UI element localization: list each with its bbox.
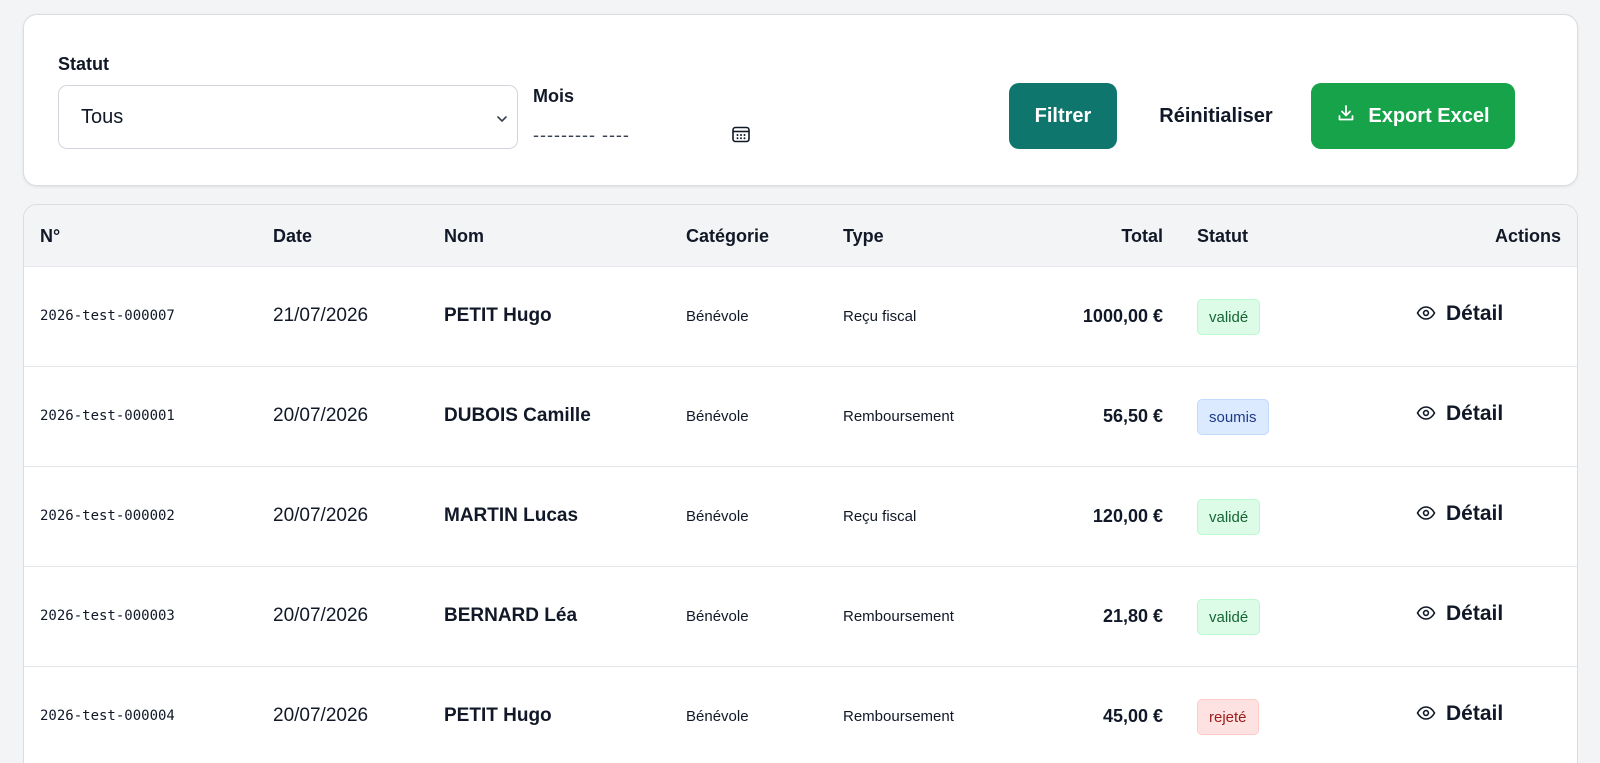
eye-icon <box>1416 402 1436 426</box>
cell-type: Remboursement <box>843 608 954 625</box>
eye-icon <box>1416 602 1436 626</box>
cell-nom: PETIT Hugo <box>444 705 552 726</box>
cell-total: 56,50 € <box>1102 406 1163 426</box>
header-statut: Statut <box>1197 226 1248 246</box>
statut-select-value: Tous <box>81 105 124 128</box>
cell-date: 20/07/2026 <box>273 405 369 426</box>
cell-nom: DUBOIS Camille <box>444 405 591 426</box>
header-categorie: Catégorie <box>686 226 770 246</box>
header-actions: Actions <box>1494 226 1561 246</box>
chevron-down-icon <box>495 109 509 132</box>
status-badge: rejeté <box>1197 699 1259 735</box>
detail-button[interactable]: Détail <box>1416 602 1503 626</box>
table-row: 2026-test-000001 20/07/2026 DUBOIS Camil… <box>24 367 1577 467</box>
eye-icon <box>1416 302 1436 326</box>
table-row: 2026-test-000007 21/07/2026 PETIT Hugo B… <box>24 267 1577 367</box>
filter-panel: Statut Tous Mois --------- ---- Filtrer … <box>23 14 1578 186</box>
status-badge: validé <box>1197 299 1261 335</box>
cell-num: 2026-test-000004 <box>40 708 175 724</box>
cell-date: 21/07/2026 <box>273 305 369 326</box>
status-badge: validé <box>1197 599 1261 635</box>
cell-categorie: Bénévole <box>686 408 749 425</box>
cell-nom: MARTIN Lucas <box>444 505 579 526</box>
cell-total: 1000,00 € <box>1082 306 1163 326</box>
header-date: Date <box>273 226 313 246</box>
cell-date: 20/07/2026 <box>273 505 369 526</box>
mois-input[interactable]: --------- ---- <box>533 119 751 151</box>
eye-icon <box>1416 502 1436 526</box>
detail-label: Détail <box>1446 302 1504 325</box>
status-badge: soumis <box>1197 399 1269 435</box>
detail-button[interactable]: Détail <box>1416 302 1503 326</box>
mois-input-placeholder: --------- ---- <box>533 124 630 145</box>
detail-label: Détail <box>1446 602 1504 625</box>
cell-type: Reçu fiscal <box>843 308 917 325</box>
cell-nom: BERNARD Léa <box>444 605 578 626</box>
cell-categorie: Bénévole <box>686 708 749 725</box>
cell-nom: PETIT Hugo <box>444 305 552 326</box>
table-row: 2026-test-000004 20/07/2026 PETIT Hugo B… <box>24 667 1577 763</box>
cell-total: 21,80 € <box>1102 606 1163 626</box>
table-row: 2026-test-000003 20/07/2026 BERNARD Léa … <box>24 567 1577 667</box>
eye-icon <box>1416 702 1436 726</box>
cell-num: 2026-test-000002 <box>40 508 175 524</box>
detail-button[interactable]: Détail <box>1416 702 1503 726</box>
status-badge: validé <box>1197 499 1261 535</box>
download-icon <box>1336 103 1356 129</box>
cell-categorie: Bénévole <box>686 308 749 325</box>
header-nom: Nom <box>444 226 484 246</box>
export-excel-button[interactable]: Export Excel <box>1311 83 1515 149</box>
statut-label: Statut <box>58 54 109 74</box>
export-excel-label: Export Excel <box>1368 104 1490 127</box>
detail-label: Détail <box>1446 502 1504 525</box>
cell-num: 2026-test-000001 <box>40 408 175 424</box>
cell-type: Remboursement <box>843 408 954 425</box>
header-total: Total <box>1121 226 1163 246</box>
cell-num: 2026-test-000003 <box>40 608 175 624</box>
detail-label: Détail <box>1446 402 1504 425</box>
table-header: N° Date Nom Catégorie Type Total Statut … <box>24 205 1577 267</box>
cell-total: 120,00 € <box>1092 506 1163 526</box>
cell-type: Remboursement <box>843 708 954 725</box>
header-type: Type <box>843 226 884 246</box>
statut-select[interactable]: Tous <box>58 85 518 149</box>
table-row: 2026-test-000002 20/07/2026 MARTIN Lucas… <box>24 467 1577 567</box>
mois-label: Mois <box>533 86 575 106</box>
data-table: N° Date Nom Catégorie Type Total Statut … <box>23 204 1578 763</box>
filtrer-button[interactable]: Filtrer <box>1009 83 1117 149</box>
header-num: N° <box>40 226 61 246</box>
cell-total: 45,00 € <box>1102 706 1163 726</box>
cell-type: Reçu fiscal <box>843 508 917 525</box>
cell-num: 2026-test-000007 <box>40 308 175 324</box>
detail-label: Détail <box>1446 702 1504 725</box>
calendar-icon[interactable] <box>731 124 751 149</box>
cell-categorie: Bénévole <box>686 508 749 525</box>
cell-categorie: Bénévole <box>686 608 749 625</box>
reinitialiser-button[interactable]: Réinitialiser <box>1137 83 1295 149</box>
cell-date: 20/07/2026 <box>273 605 369 626</box>
detail-button[interactable]: Détail <box>1416 402 1503 426</box>
detail-button[interactable]: Détail <box>1416 502 1503 526</box>
cell-date: 20/07/2026 <box>273 705 369 726</box>
